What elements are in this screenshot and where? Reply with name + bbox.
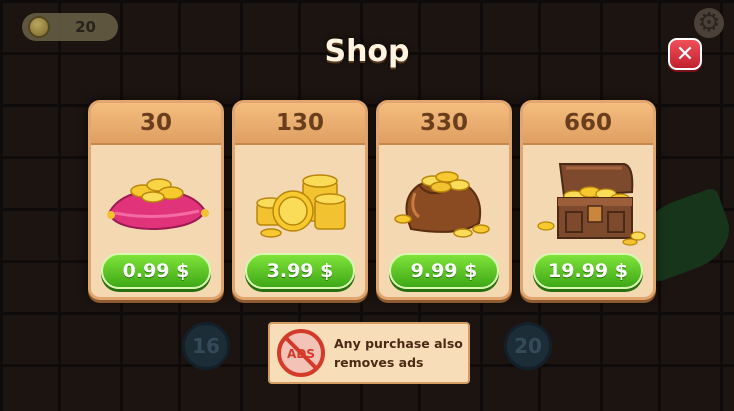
buy-button-19-99[interactable]: 19.99 $: [533, 253, 643, 289]
ads-removal-notice: ADS Any purchase also removes ads: [268, 322, 470, 384]
product-card: 660 19.99 $: [520, 100, 656, 300]
coin-pillow-image: [91, 151, 221, 251]
buy-button-9-99[interactable]: 9.99 $: [389, 253, 499, 289]
close-icon: ✕: [675, 41, 695, 67]
coin-sack-image: [379, 151, 509, 251]
treasure-chest-image: [523, 151, 653, 251]
coin-amount: 130: [235, 103, 365, 145]
buy-button-3-99[interactable]: 3.99 $: [245, 253, 355, 289]
product-card: 330 9.99 $: [376, 100, 512, 300]
shop-title: Shop: [324, 34, 410, 69]
ads-note-text: Any purchase also removes ads: [334, 336, 463, 370]
close-button[interactable]: ✕: [668, 38, 702, 70]
buy-button-0-99[interactable]: 0.99 $: [101, 253, 211, 289]
product-card: 130 3.99 $: [232, 100, 368, 300]
no-ads-icon: ADS: [277, 329, 325, 377]
product-card: 30 0.99 $: [88, 100, 224, 300]
coin-amount: 660: [523, 103, 653, 145]
coin-amount: 330: [379, 103, 509, 145]
coin-amount: 30: [91, 103, 221, 145]
coin-stacks-image: [235, 151, 365, 251]
